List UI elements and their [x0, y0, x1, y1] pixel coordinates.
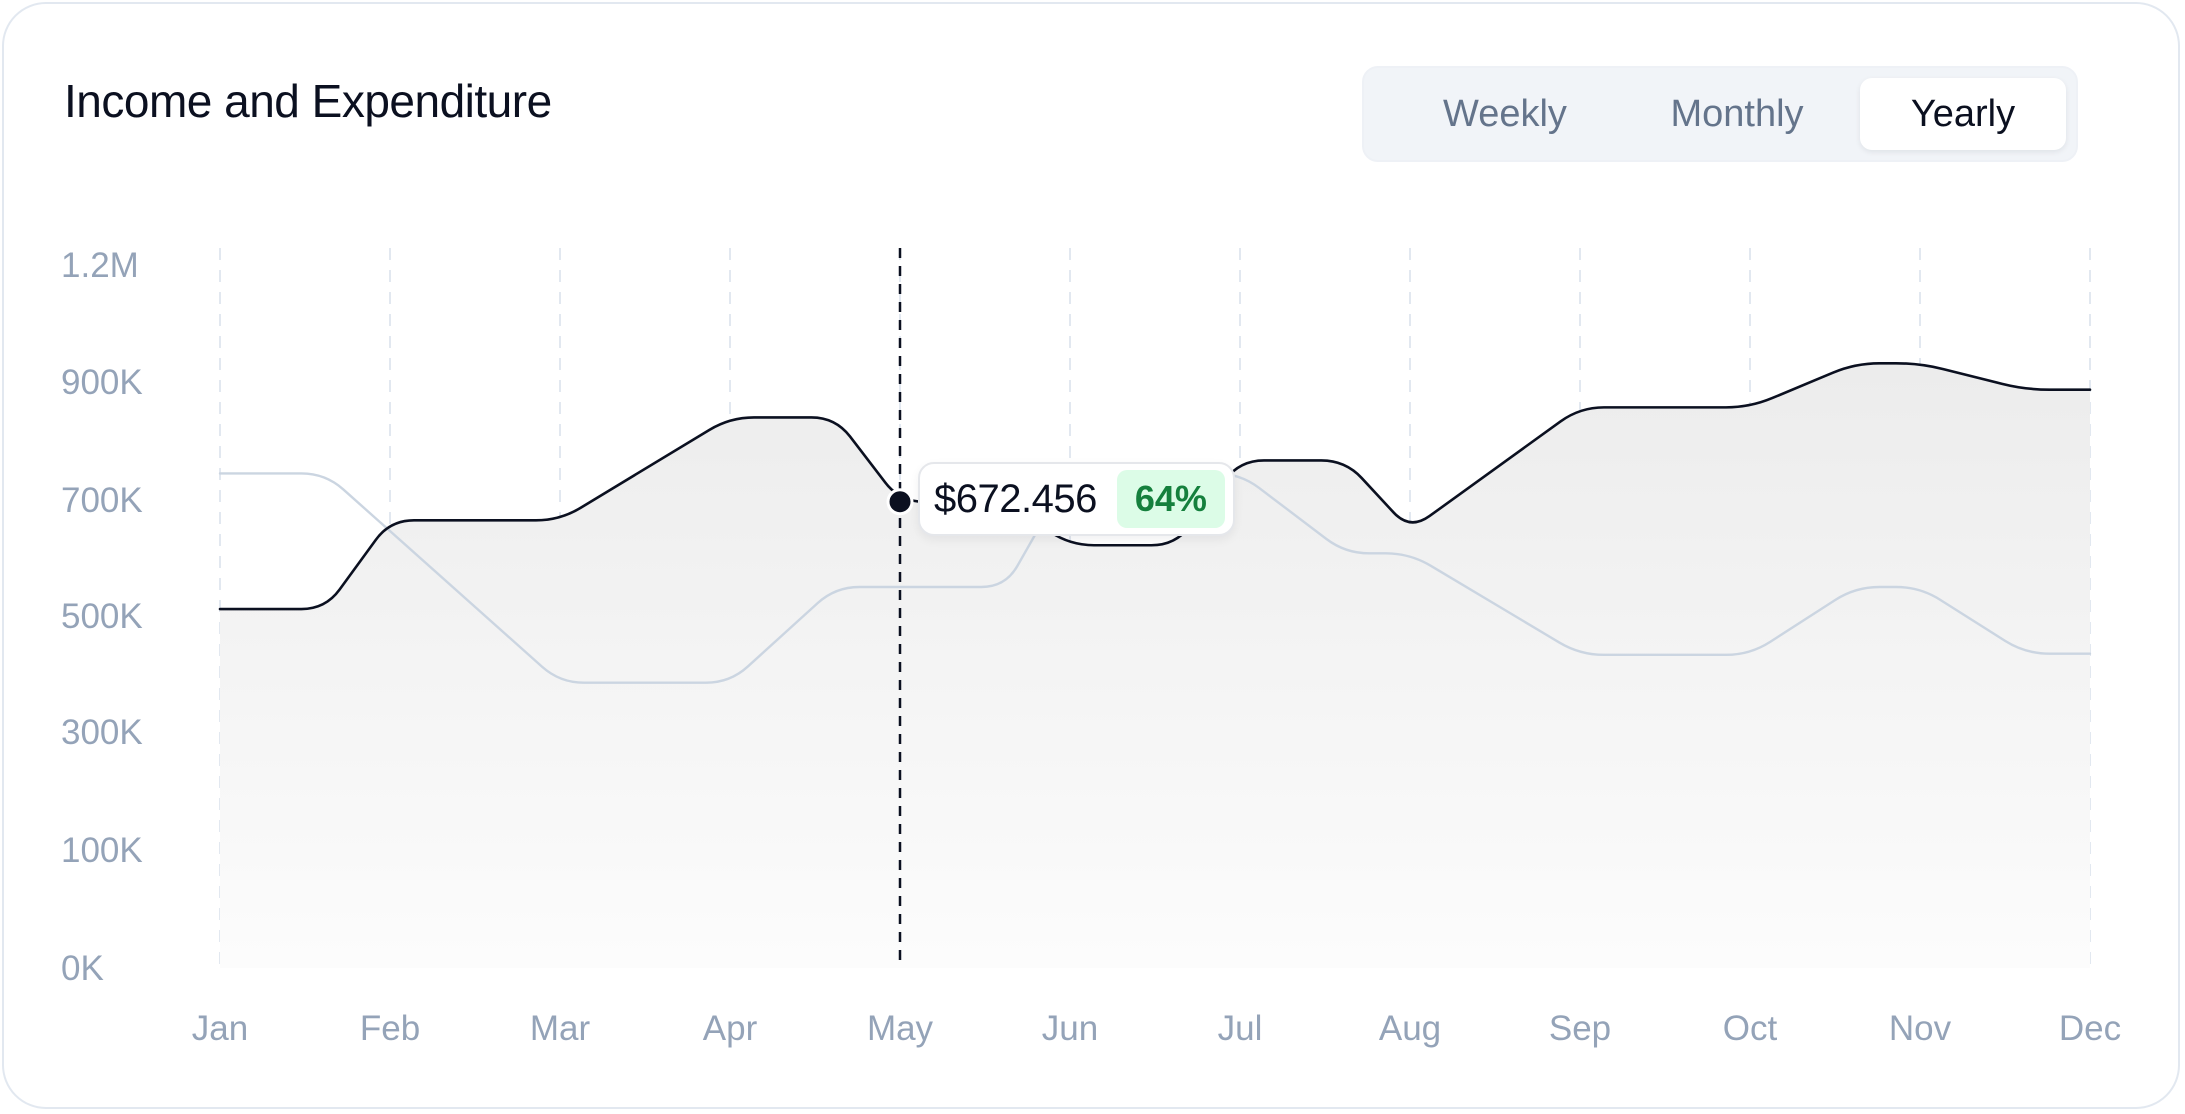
y-axis-ticks: 0K 100K 300K 500K 700K 900K 1.2M: [61, 246, 143, 988]
income-area-fill: [220, 363, 2090, 968]
x-axis-ticks: Jan Feb Mar Apr May Jun Jul Aug Sep Oct Nov Dec: [192, 1009, 2121, 1048]
y-tick-label: 0K: [61, 949, 104, 988]
x-tick-label: Oct: [1723, 1009, 1778, 1048]
y-tick-label: 900K: [61, 363, 143, 402]
x-tick-label: Sep: [1549, 1009, 1611, 1048]
x-tick-label: Mar: [530, 1009, 591, 1048]
y-tick-label: 1.2M: [61, 246, 139, 285]
hover-point: [886, 488, 914, 516]
x-tick-label: Jul: [1218, 1009, 1263, 1048]
x-tick-label: May: [867, 1009, 934, 1048]
x-tick-label: Dec: [2059, 1009, 2121, 1048]
tooltip-value: $672.456: [934, 476, 1097, 521]
x-tick-label: Nov: [1889, 1009, 1952, 1048]
x-tick-label: Apr: [703, 1009, 758, 1048]
tooltip-badge: 64%: [1116, 470, 1225, 528]
y-tick-label: 100K: [61, 831, 143, 870]
x-tick-label: Jan: [192, 1009, 248, 1048]
income-area: [220, 363, 2090, 968]
y-tick-label: 500K: [61, 597, 143, 636]
x-tick-label: Aug: [1379, 1009, 1441, 1048]
value-tooltip: $672.456 64%: [918, 462, 1235, 536]
y-tick-label: 300K: [61, 713, 143, 752]
line-chart: 0K 100K 300K 500K 700K 900K 1.2M Jan Feb Mar Apr M…: [61, 246, 2121, 1048]
x-tick-label: Jun: [1042, 1009, 1098, 1048]
x-tick-label: Feb: [360, 1009, 420, 1048]
y-tick-label: 700K: [61, 481, 143, 520]
